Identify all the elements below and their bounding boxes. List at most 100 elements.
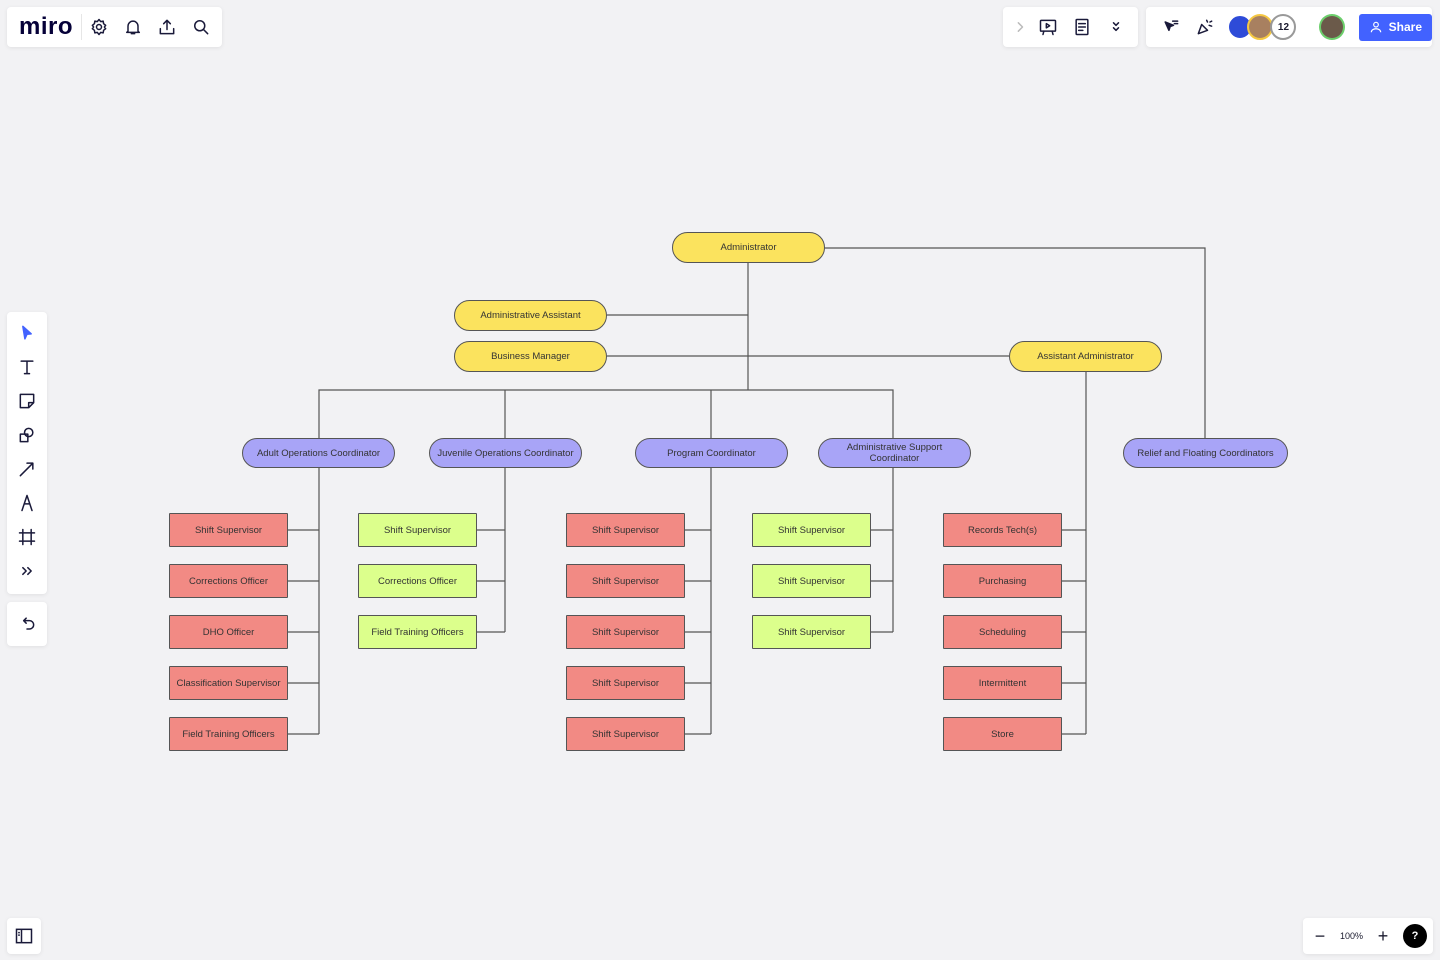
org-node-business-manager[interactable]: Business Manager xyxy=(454,341,607,372)
node-label: Administrative Support Coordinator xyxy=(846,442,943,464)
position-box[interactable]: Purchasing xyxy=(943,564,1062,598)
position-box[interactable]: Shift Supervisor xyxy=(566,717,685,751)
node-label: Business Manager xyxy=(491,351,570,362)
coordinator-node[interactable]: Program Coordinator xyxy=(635,438,788,468)
undo-icon[interactable] xyxy=(10,607,44,641)
position-box[interactable]: Records Tech(s) xyxy=(943,513,1062,547)
position-box[interactable]: Shift Supervisor xyxy=(752,615,871,649)
collaborators[interactable]: 12 xyxy=(1227,13,1306,41)
node-label: Shift Supervisor xyxy=(591,677,660,689)
sticky-note-icon[interactable] xyxy=(10,384,44,418)
node-label: Program Coordinator xyxy=(667,447,756,459)
position-box[interactable]: Shift Supervisor xyxy=(752,564,871,598)
position-box[interactable]: Shift Supervisor xyxy=(169,513,288,547)
node-label: Shift Supervisor xyxy=(591,728,660,740)
node-label: Adult Operations Coordinator xyxy=(256,447,381,459)
canvas[interactable]: Administrator Administrative Assistant Bus… xyxy=(0,0,1440,960)
undo-panel xyxy=(7,602,47,646)
org-node-assistant-administrator[interactable]: Assistant Administrator xyxy=(1009,341,1162,372)
connectors xyxy=(288,247,1206,735)
shapes-icon[interactable] xyxy=(10,418,44,452)
connector-line xyxy=(318,389,894,438)
line-icon[interactable] xyxy=(10,452,44,486)
node-label: Field Training Officers xyxy=(182,728,275,740)
chevrons-down-icon[interactable] xyxy=(1099,10,1133,44)
user-icon xyxy=(1370,21,1381,33)
text-icon[interactable] xyxy=(10,350,44,384)
pen-icon[interactable] xyxy=(10,486,44,520)
position-box[interactable]: Corrections Officer xyxy=(169,564,288,598)
node-label: Shift Supervisor xyxy=(777,575,846,587)
position-box[interactable]: DHO Officer xyxy=(169,615,288,649)
panel-icon xyxy=(15,928,33,944)
zoom-level[interactable]: 100% xyxy=(1340,931,1363,941)
upload-icon[interactable] xyxy=(150,10,184,44)
node-label: Shift Supervisor xyxy=(591,626,660,638)
position-box[interactable]: Corrections Officer xyxy=(358,564,477,598)
position-box[interactable]: Store xyxy=(943,717,1062,751)
sidebar-toggle[interactable] xyxy=(7,918,41,954)
cursor-reactions-icon[interactable] xyxy=(1154,10,1188,44)
node-label: Shift Supervisor xyxy=(194,524,263,536)
zoom-in-button[interactable]: + xyxy=(1372,919,1394,953)
notes-icon[interactable] xyxy=(1065,10,1099,44)
user-avatar[interactable] xyxy=(1318,14,1345,40)
org-node-administrative-assistant[interactable]: Administrative Assistant xyxy=(454,300,607,331)
zoom-controls: − 100% + ? xyxy=(1303,918,1433,954)
org-node-administrator[interactable]: Administrator xyxy=(672,232,825,263)
position-box[interactable]: Shift Supervisor xyxy=(566,564,685,598)
presentation-icon[interactable] xyxy=(1031,10,1065,44)
position-box[interactable]: Shift Supervisor xyxy=(566,615,685,649)
miro-logo: miro xyxy=(7,14,83,40)
left-toolbar xyxy=(7,312,47,594)
node-label: Corrections Officer xyxy=(188,575,268,587)
position-box[interactable]: Shift Supervisor xyxy=(358,513,477,547)
node-label: Store xyxy=(991,728,1014,740)
node-label: Records Tech(s) xyxy=(968,524,1037,536)
position-box[interactable]: Shift Supervisor xyxy=(566,666,685,700)
board-tools-panel xyxy=(1003,7,1138,47)
bell-icon[interactable] xyxy=(116,10,150,44)
node-label: Administrative Assistant xyxy=(480,310,581,321)
node-label: Relief and Floating Coordinators xyxy=(1137,447,1274,459)
select-icon[interactable] xyxy=(10,316,44,350)
coordinator-node[interactable]: Adult Operations Coordinator xyxy=(242,438,395,468)
share-button[interactable]: Share xyxy=(1358,13,1433,41)
position-box[interactable]: Field Training Officers xyxy=(169,717,288,751)
position-box[interactable]: Shift Supervisor xyxy=(566,513,685,547)
coordinator-node[interactable]: Juvenile Operations Coordinator xyxy=(429,438,582,468)
collaboration-panel: 12 Share xyxy=(1146,7,1433,47)
chevron-right-icon[interactable] xyxy=(1009,10,1031,44)
more-icon[interactable] xyxy=(10,554,44,588)
node-label: Corrections Officer xyxy=(377,575,457,587)
node-label: Classification Supervisor xyxy=(176,677,281,689)
position-box[interactable]: Scheduling xyxy=(943,615,1062,649)
node-label: Shift Supervisor xyxy=(591,524,660,536)
settings-icon[interactable] xyxy=(82,10,116,44)
node-label: Shift Supervisor xyxy=(777,626,846,638)
zoom-out-button[interactable]: − xyxy=(1309,919,1331,953)
position-box[interactable]: Intermittent xyxy=(943,666,1062,700)
coordinator-node[interactable]: Relief and Floating Coordinators xyxy=(1123,438,1288,468)
celebrate-icon[interactable] xyxy=(1188,10,1222,44)
node-label: Purchasing xyxy=(978,575,1027,587)
node-label: Shift Supervisor xyxy=(777,524,846,536)
frame-icon[interactable] xyxy=(10,520,44,554)
node-label: Administrator xyxy=(720,242,777,253)
search-icon[interactable] xyxy=(184,10,218,44)
top-left-toolbar: miro xyxy=(7,7,222,47)
position-box[interactable]: Classification Supervisor xyxy=(169,666,288,700)
position-box[interactable]: Shift Supervisor xyxy=(752,513,871,547)
node-label: DHO Officer xyxy=(202,626,255,638)
help-button[interactable]: ? xyxy=(1402,924,1427,948)
node-label: Shift Supervisor xyxy=(383,524,452,536)
collaborator-count[interactable]: 12 xyxy=(1270,14,1297,40)
position-box[interactable]: Field Training Officers xyxy=(358,615,477,649)
node-label: Scheduling xyxy=(978,626,1026,638)
node-label: Intermittent xyxy=(978,677,1027,689)
node-label: Juvenile Operations Coordinator xyxy=(437,447,574,459)
node-label: Assistant Administrator xyxy=(1037,351,1134,362)
node-label: Shift Supervisor xyxy=(591,575,660,587)
coordinator-node[interactable]: Administrative Support Coordinator xyxy=(818,438,971,468)
node-label: Field Training Officers xyxy=(371,626,464,638)
